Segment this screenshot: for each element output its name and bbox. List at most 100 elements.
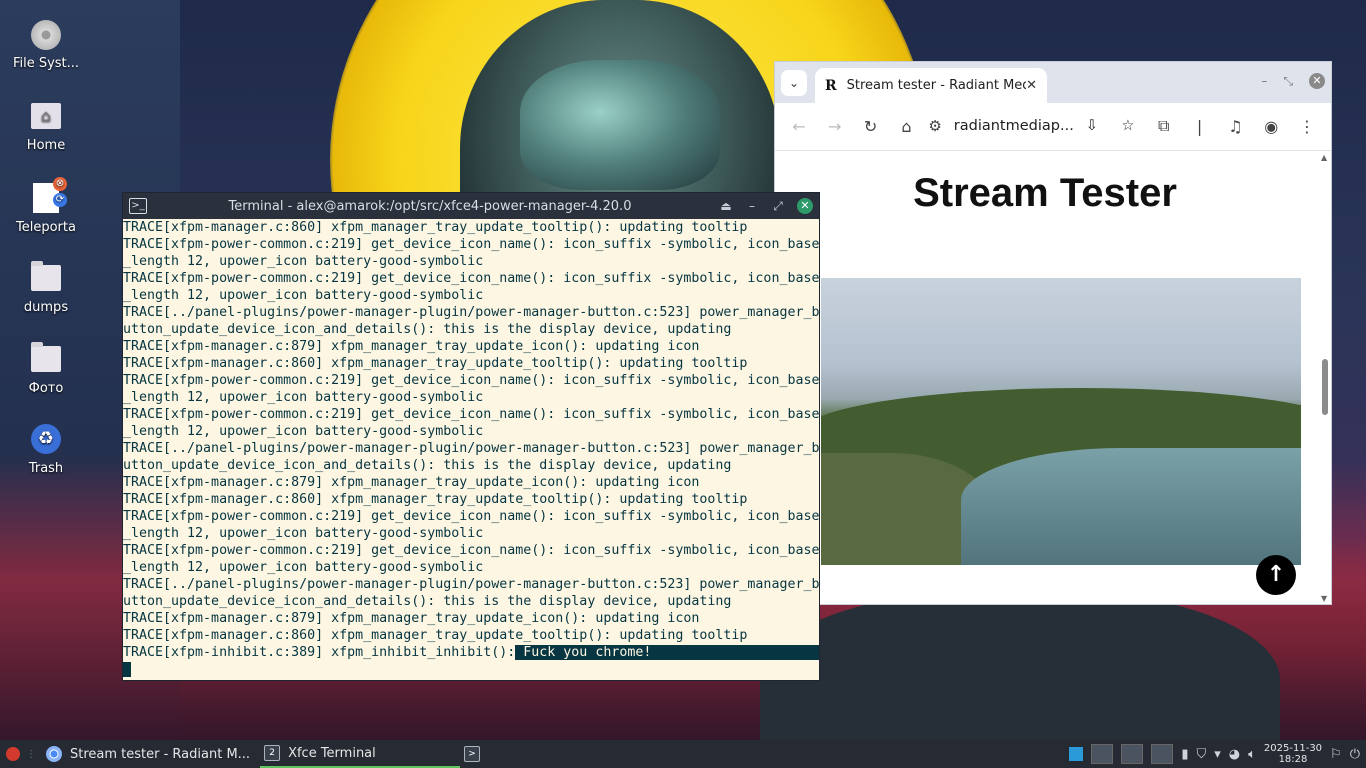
chrome-tab-strip: ⌄ R Stream tester - Radiant Med ✕ – ⤡ ✕ [775, 62, 1331, 103]
close-window-button[interactable]: ✕ [797, 198, 813, 214]
chrome-window[interactable]: ⌄ R Stream tester - Radiant Med ✕ – ⤡ ✕ … [774, 61, 1332, 605]
desktop-icon-trash[interactable]: ♻ Trash [10, 421, 82, 476]
home-button[interactable]: ⌂ [888, 117, 924, 136]
chevron-down-icon: ⌄ [788, 76, 800, 90]
scroll-down-icon[interactable]: ▼ [1321, 594, 1327, 603]
terminal-icon: 2 [264, 745, 281, 761]
terminal-line: _length 12, upower_icon battery-good-sym… [123, 560, 484, 575]
drive-icon [31, 20, 61, 50]
minimize-button[interactable]: – [739, 199, 765, 213]
close-window-button[interactable]: ✕ [1309, 73, 1325, 89]
clock[interactable]: 2025-11-30 18:28 [1264, 743, 1322, 765]
desktop-icon-foto[interactable]: Фото [10, 341, 82, 396]
terminal-line: TRACE[xfpm-power-common.c:219] get_devic… [123, 543, 819, 558]
terminal-line: TRACE[xfpm-power-common.c:219] get_devic… [123, 407, 819, 422]
address-url: radiantmediap... [953, 118, 1074, 134]
terminal-line: TRACE[xfpm-inhibit.c:389] xfpm_inhibit_i… [123, 644, 819, 661]
terminal-line: TRACE[xfpm-manager.c:860] xfpm_manager_t… [123, 628, 748, 643]
screenshot-icon[interactable] [1069, 747, 1084, 761]
volume-icon[interactable]: 🔈︎ [1248, 747, 1256, 762]
workspace-switcher[interactable] [1121, 744, 1144, 764]
wifi-icon[interactable]: ▾ [1214, 747, 1221, 762]
desktop-icon-label: dumps [23, 300, 69, 315]
back-button[interactable]: ← [781, 117, 817, 136]
workspace-switcher[interactable] [1151, 744, 1174, 764]
desktop-icon-label: Home [26, 138, 66, 153]
power-icon[interactable]: ⏻ [1350, 747, 1360, 762]
page-scrollbar[interactable]: ▲ ▼ [1319, 151, 1331, 604]
reload-button[interactable]: ↻ [853, 117, 889, 136]
folder-icon [31, 342, 61, 372]
terminal-output[interactable]: TRACE[xfpm-manager.c:860] xfpm_manager_t… [123, 219, 819, 680]
desktop-icon-filesystem[interactable]: File Syst... [10, 16, 82, 71]
home-folder-icon: ⌂ [31, 103, 61, 129]
desktop-icon-label: Teleporta [16, 220, 76, 235]
clock-time: 18:28 [1278, 754, 1308, 765]
address-bar[interactable]: ⚙ radiantmediap... ⇩ ☆ [924, 117, 1146, 135]
terminal-launcher-icon[interactable]: > [464, 746, 481, 762]
desktop-icon-home[interactable]: ⌂ Home [10, 98, 82, 153]
terminal-line-prefix: TRACE[xfpm-inhibit.c:389] xfpm_inhibit_i… [123, 645, 516, 660]
desktop-icon-teleporta[interactable]: ⊗ ⟳ Teleporta [10, 177, 82, 235]
scroll-to-top-button[interactable]: ↑ [1256, 555, 1296, 595]
favicon-icon: R [825, 77, 837, 94]
terminal-line: _length 12, upower_icon battery-good-sym… [123, 288, 484, 303]
terminal-titlebar[interactable]: >_ Terminal - alex@amarok:/opt/src/xfce4… [123, 193, 819, 219]
network-icon[interactable]: ◕ [1229, 747, 1240, 762]
media-controls-icon[interactable]: ♫ [1217, 117, 1253, 136]
terminal-line: TRACE[xfpm-power-common.c:219] get_devic… [123, 373, 819, 388]
text-cursor [123, 661, 131, 677]
browser-tab[interactable]: R Stream tester - Radiant Med ✕ [815, 68, 1047, 103]
trash-icon: ♻ [31, 424, 61, 454]
install-app-icon[interactable]: ⇩ [1074, 118, 1110, 134]
bookmark-star-icon[interactable]: ☆ [1110, 118, 1146, 134]
taskbar-task-terminal[interactable]: 2 Xfce Terminal [260, 740, 461, 768]
terminal-line: TRACE[xfpm-manager.c:879] xfpm_manager_t… [123, 475, 700, 490]
close-tab-icon[interactable]: ✕ [1026, 78, 1037, 93]
tab-search-button[interactable]: ⌄ [781, 70, 807, 96]
terminal-line: _length 12, upower_icon battery-good-sym… [123, 526, 484, 541]
task-label: Stream tester - Radiant M... [70, 746, 251, 762]
terminal-line: utton_update_device_icon_and_details(): … [123, 594, 732, 609]
site-settings-icon[interactable]: ⚙ [928, 117, 941, 135]
folder-icon [31, 261, 61, 291]
workspace-switcher[interactable] [1091, 744, 1114, 764]
profile-icon[interactable]: ◉ [1253, 117, 1289, 136]
app-menu-icon[interactable] [6, 747, 20, 761]
taskbar-task-chrome[interactable]: Stream tester - Radiant M... [42, 740, 254, 768]
desktop-icon-dumps[interactable]: dumps [10, 260, 82, 315]
terminal-line: TRACE[xfpm-power-common.c:219] get_devic… [123, 237, 819, 252]
prompt-line[interactable] [123, 661, 819, 678]
notifications-icon[interactable]: ⚐ [1330, 747, 1342, 762]
panel-grip-icon: ⋮ [26, 748, 36, 760]
terminal-line: TRACE[xfpm-manager.c:860] xfpm_manager_t… [123, 356, 748, 371]
tab-title: Stream tester - Radiant Med [846, 78, 1027, 93]
terminal-line: TRACE[xfpm-manager.c:860] xfpm_manager_t… [123, 220, 748, 235]
terminal-line: TRACE[xfpm-power-common.c:219] get_devic… [123, 509, 819, 524]
forward-button[interactable]: → [817, 117, 853, 136]
page-content: Stream Tester ↑ ▲ ▼ [775, 150, 1331, 604]
shield-icon[interactable]: ⛉ [1196, 747, 1206, 762]
extensions-icon[interactable]: ⧉ [1146, 116, 1182, 136]
arrow-up-icon: ↑ [1266, 562, 1286, 587]
minimize-button[interactable]: – [1261, 74, 1267, 88]
menu-kebab-icon[interactable]: ⋮ [1289, 117, 1325, 136]
terminal-line: utton_update_device_icon_and_details(): … [123, 322, 732, 337]
terminal-line: TRACE[xfpm-manager.c:879] xfpm_manager_t… [123, 339, 700, 354]
chrome-icon [46, 746, 62, 762]
battery-icon[interactable]: ▮ [1181, 747, 1188, 762]
terminal-window[interactable]: >_ Terminal - alex@amarok:/opt/src/xfce4… [122, 192, 820, 681]
scroll-up-icon[interactable]: ▲ [1321, 153, 1327, 162]
video-player[interactable] [821, 278, 1301, 565]
selected-text: Fuck you chrome! [515, 645, 819, 660]
desktop-icon-label: Trash [28, 461, 64, 476]
scrollbar-thumb[interactable] [1322, 359, 1328, 415]
terminal-line: TRACE[../panel-plugins/power-manager-plu… [123, 577, 819, 592]
maximize-button[interactable]: ⤡ [1283, 74, 1293, 89]
desktop-icon-label: Фото [28, 381, 64, 396]
taskbar: ⋮ Stream tester - Radiant M... 2 Xfce Te… [0, 740, 1366, 768]
terminal-app-icon: >_ [129, 198, 147, 214]
toolbar-divider: | [1196, 116, 1203, 136]
maximize-button[interactable]: ⤢ [765, 199, 791, 214]
shade-button[interactable]: ⏏ [713, 199, 739, 213]
